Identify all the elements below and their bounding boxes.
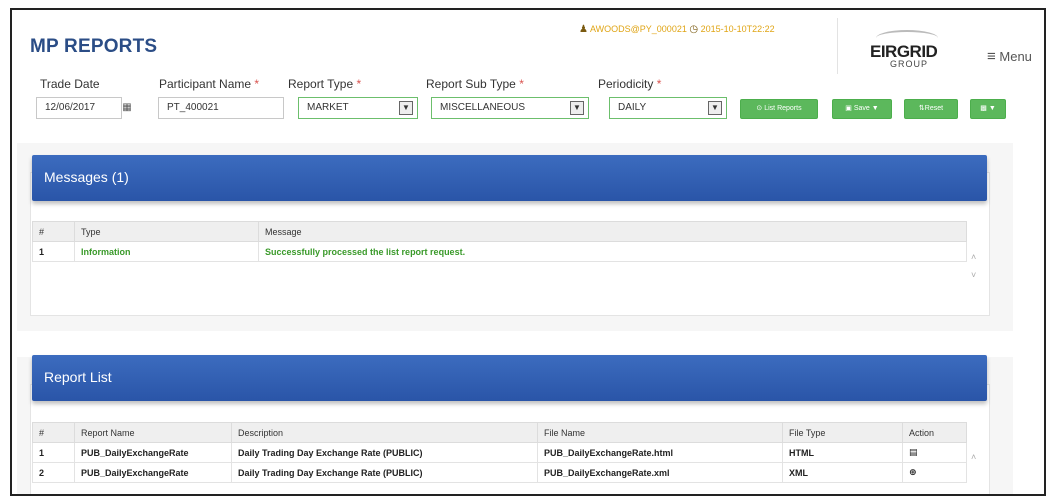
report-file-type: XML xyxy=(782,462,903,483)
report-sub-type-label: Report Sub Type * xyxy=(426,77,524,91)
report-description: Daily Trading Day Exchange Rate (PUBLIC) xyxy=(231,462,538,483)
list-icon: ⊙ xyxy=(756,105,763,112)
trade-date-input[interactable]: 12/06/2017 xyxy=(36,97,122,119)
participant-name-input[interactable]: PT_400021 xyxy=(158,97,284,119)
hamburger-icon: ≡ xyxy=(987,48,996,65)
list-reports-button[interactable]: ⊙ List Reports xyxy=(740,99,818,119)
menu-label: Menu xyxy=(999,49,1032,64)
scroll-up-icon[interactable]: ˄ xyxy=(971,452,976,462)
report-type-label: Report Type * xyxy=(288,77,362,91)
export-dropdown-button[interactable]: ▩ ▼ xyxy=(970,99,1006,119)
col-report-name: Report Name xyxy=(74,422,232,443)
header-divider xyxy=(837,18,838,74)
menu-button[interactable]: ≡ Menu xyxy=(987,48,1032,65)
report-list-panel-header: Report List xyxy=(32,355,987,401)
report-header-row: # Report Name Description File Name File… xyxy=(32,422,967,443)
messages-scrollbar[interactable]: ˄ ˅ xyxy=(969,250,983,290)
chevron-down-icon: ▼ xyxy=(570,101,584,115)
chevron-down-icon: ▼ xyxy=(399,101,413,115)
col-type: Type xyxy=(74,221,259,242)
report-type-select[interactable]: MARKET ▼ xyxy=(298,97,418,119)
caret-down-icon: ▼ xyxy=(988,105,996,112)
user-name[interactable]: AWOODS@PY_000021 xyxy=(590,24,687,34)
report-file-type: HTML xyxy=(782,442,903,463)
scroll-down-icon[interactable]: ˅ xyxy=(971,270,976,280)
messages-table: # Type Message 1 Information Successfull… xyxy=(32,221,967,262)
app-window: MP REPORTS ♟ AWOODS@PY_000021 ◷ 2015-10-… xyxy=(10,8,1046,496)
bar-chart-icon: ▩ xyxy=(980,105,987,112)
col-num: # xyxy=(32,422,75,443)
message-text: Successfully processed the list report r… xyxy=(258,241,967,262)
report-type-value: MARKET xyxy=(307,102,349,113)
col-file-name: File Name xyxy=(537,422,783,443)
report-list-table: # Report Name Description File Name File… xyxy=(32,422,967,483)
periodicity-label: Periodicity * xyxy=(598,77,662,91)
table-row[interactable]: 1 PUB_DailyExchangeRate Daily Trading Da… xyxy=(32,442,967,463)
caret-down-icon: ▼ xyxy=(871,105,879,112)
reset-button[interactable]: ⇅Reset xyxy=(904,99,958,119)
scroll-up-icon[interactable]: ˄ xyxy=(971,252,976,262)
col-num: # xyxy=(32,221,75,242)
page-title: MP REPORTS xyxy=(30,36,158,57)
periodicity-select[interactable]: DAILY ▼ xyxy=(609,97,727,119)
table-row[interactable]: 1 Information Successfully processed the… xyxy=(32,241,967,262)
report-action[interactable]: ⊕ xyxy=(902,462,967,483)
user-info: ♟ AWOODS@PY_000021 ◷ 2015-10-10T22:22 xyxy=(579,24,775,35)
periodicity-value: DAILY xyxy=(618,102,647,113)
trade-date-label: Trade Date xyxy=(40,77,100,91)
download-icon[interactable]: ⊕ xyxy=(909,467,917,477)
user-icon: ♟ xyxy=(579,24,588,35)
report-name: PUB_DailyExchangeRate xyxy=(74,442,232,463)
view-icon[interactable]: ▤ xyxy=(909,447,918,457)
report-sub-type-select[interactable]: MISCELLANEOUS ▼ xyxy=(431,97,589,119)
save-icon: ▣ xyxy=(845,105,852,112)
session-timestamp: 2015-10-10T22:22 xyxy=(700,24,775,34)
chevron-down-icon: ▼ xyxy=(708,101,722,115)
report-description: Daily Trading Day Exchange Rate (PUBLIC) xyxy=(231,442,538,463)
col-description: Description xyxy=(231,422,538,443)
messages-panel-header: Messages (1) xyxy=(32,155,987,201)
eirgrid-logo: EIRGRID GROUP xyxy=(864,30,944,74)
report-num: 2 xyxy=(32,462,75,483)
col-message: Message xyxy=(258,221,967,242)
report-name: PUB_DailyExchangeRate xyxy=(74,462,232,483)
participant-name-label: Participant Name * xyxy=(159,77,260,91)
report-sub-type-value: MISCELLANEOUS xyxy=(440,102,526,113)
message-num: 1 xyxy=(32,241,75,262)
report-list-scrollbar[interactable]: ˄ xyxy=(969,450,983,480)
calendar-icon[interactable]: ▦ xyxy=(116,97,138,119)
col-file-type: File Type xyxy=(782,422,903,443)
report-num: 1 xyxy=(32,442,75,463)
report-file-name[interactable]: PUB_DailyExchangeRate.xml xyxy=(537,462,783,483)
table-row[interactable]: 2 PUB_DailyExchangeRate Daily Trading Da… xyxy=(32,462,967,483)
save-button[interactable]: ▣ Save ▼ xyxy=(832,99,892,119)
report-list-title: Report List xyxy=(44,369,112,385)
clock-icon: ◷ xyxy=(689,24,699,35)
report-file-name[interactable]: PUB_DailyExchangeRate.html xyxy=(537,442,783,463)
messages-header-row: # Type Message xyxy=(32,221,967,242)
messages-title: Messages (1) xyxy=(44,169,129,185)
logo-group: GROUP xyxy=(890,59,929,69)
col-action: Action xyxy=(902,422,967,443)
message-type: Information xyxy=(74,241,259,262)
report-action[interactable]: ▤ xyxy=(902,442,967,463)
